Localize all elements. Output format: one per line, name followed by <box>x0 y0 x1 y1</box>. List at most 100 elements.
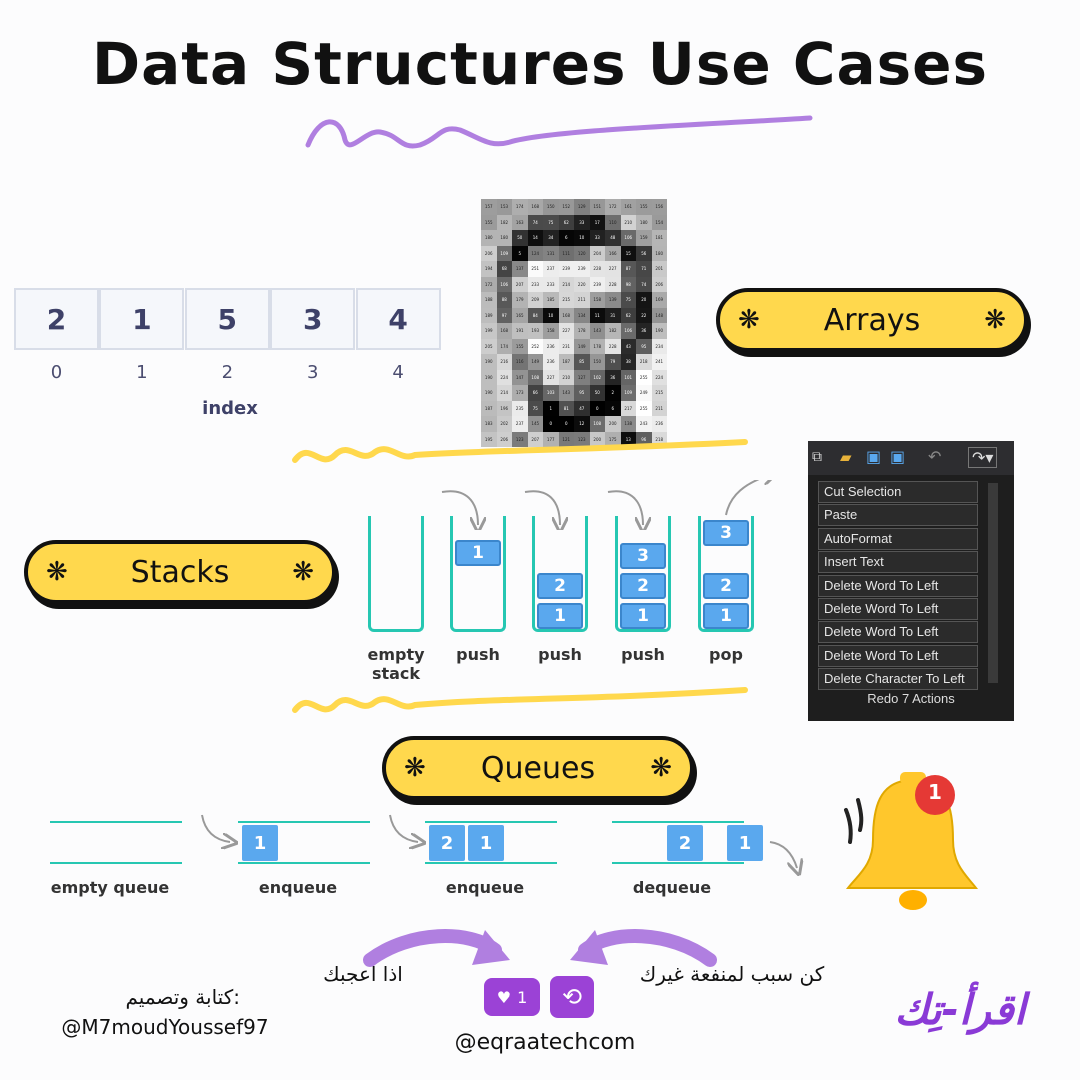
grid-cell: 191 <box>512 323 528 339</box>
grid-cell: 187 <box>558 354 574 370</box>
grid-cell: 38 <box>620 354 636 370</box>
grid-cell: 14 <box>527 230 543 246</box>
grid-cell: 188 <box>481 292 497 308</box>
grid-cell: 210 <box>558 369 574 385</box>
menu-item[interactable]: Paste <box>818 504 978 527</box>
stack-container <box>368 516 424 632</box>
grid-cell: 239 <box>574 261 590 277</box>
grid-cell: 147 <box>512 369 528 385</box>
grid-cell: 220 <box>574 276 590 292</box>
queue-step-label: dequeue <box>632 878 712 897</box>
brand-logo: اقرأ-تِك <box>894 985 1026 1034</box>
menu-item[interactable]: Cut Selection <box>818 481 978 503</box>
save-icon[interactable]: ▣ <box>866 447 881 466</box>
grid-cell: 153 <box>496 199 512 215</box>
grid-cell: 22 <box>636 307 652 323</box>
menu-item[interactable]: Delete Word To Left <box>818 621 978 644</box>
stack-step-label: empty stack <box>367 645 425 683</box>
grid-cell: 190 <box>481 369 497 385</box>
redo-icon[interactable]: ↷▾ <box>968 447 998 468</box>
like-button[interactable]: ♥ 1 <box>484 978 540 1016</box>
grid-cell: 81 <box>558 400 574 416</box>
grid-cell: 241 <box>651 354 667 370</box>
stack-block: 3 <box>620 543 666 569</box>
grid-cell: 216 <box>496 354 512 370</box>
grid-cell: 236 <box>543 338 559 354</box>
grid-cell: 189 <box>481 307 497 323</box>
grid-cell: 95 <box>574 385 590 401</box>
grid-cell: 180 <box>636 214 652 230</box>
grid-cell: 48 <box>605 230 621 246</box>
menu-item[interactable]: Delete Word To Left <box>818 574 978 597</box>
open-folder-icon[interactable]: ▰ <box>840 448 852 466</box>
undo-icon[interactable]: ↶ <box>928 447 941 466</box>
grid-cell: 166 <box>605 245 621 261</box>
save-all-icon[interactable]: ▣ <box>890 447 905 466</box>
queue-top-line <box>50 821 182 823</box>
grid-cell: 74 <box>527 214 543 230</box>
grid-cell: 75 <box>620 292 636 308</box>
grid-cell: 33 <box>589 230 605 246</box>
scrollbar[interactable] <box>988 483 998 683</box>
queue-step-label: empty queue <box>50 878 170 897</box>
menu-item[interactable]: Delete Character To Left <box>818 668 978 691</box>
arrays-pill: ❋ Arrays ❋ <box>716 288 1028 352</box>
star-icon: ❋ <box>738 305 760 335</box>
grid-cell: 174 <box>512 199 528 215</box>
stack-step-label: push <box>538 645 582 664</box>
menu-toolbar: ⧉ ▰ ▣ ▣ ↶ ↷▾ <box>808 441 1014 475</box>
array-index: 3 <box>306 362 319 383</box>
grid-cell: 106 <box>620 230 636 246</box>
grid-cell: 252 <box>527 338 543 354</box>
grid-cell: 10 <box>574 230 590 246</box>
grid-cell: 154 <box>651 214 667 230</box>
arrays-label: Arrays <box>823 302 921 338</box>
menu-item[interactable]: Delete Word To Left <box>818 598 978 620</box>
grid-cell: 236 <box>543 354 559 370</box>
grid-cell: 143 <box>558 385 574 401</box>
purple-arrows <box>363 929 717 967</box>
grid-cell: 165 <box>512 307 528 323</box>
grid-cell: 15 <box>620 245 636 261</box>
grid-cell: 5 <box>512 245 528 261</box>
grid-cell: 179 <box>512 292 528 308</box>
menu-item[interactable]: Delete Word To Left <box>818 644 978 667</box>
grid-cell: 169 <box>651 292 667 308</box>
grid-cell: 227 <box>605 261 621 277</box>
grid-cell: 168 <box>496 323 512 339</box>
grid-cell: 155 <box>636 199 652 215</box>
undo-redo-menu: ⧉ ▰ ▣ ▣ ↶ ↷▾ Cut Selection Paste AutoForma… <box>808 441 1014 721</box>
grid-cell: 228 <box>589 261 605 277</box>
yellow-squiggle <box>292 439 748 463</box>
grid-cell: 127 <box>574 369 590 385</box>
like-caption: اذا اعجبك <box>323 962 403 986</box>
menu-item[interactable]: AutoFormat <box>818 527 978 550</box>
grid-cell: 71 <box>636 261 652 277</box>
grid-cell: 66 <box>527 385 543 401</box>
stack-block: 1 <box>537 603 583 629</box>
grid-cell: 6 <box>605 400 621 416</box>
grid-cell: 237 <box>543 261 559 277</box>
stack-container <box>450 516 506 632</box>
grid-cell: 227 <box>558 323 574 339</box>
array-cell: 3 <box>270 288 356 350</box>
grid-cell: 155 <box>512 338 528 354</box>
copy-icon[interactable]: ⧉ <box>812 449 822 465</box>
grid-cell: 239 <box>558 261 574 277</box>
grid-cell: 251 <box>527 261 543 277</box>
grid-cell: 228 <box>605 338 621 354</box>
repost-button[interactable]: ⟲ <box>550 976 594 1018</box>
grid-cell: 180 <box>651 245 667 261</box>
grid-cell: 211 <box>574 292 590 308</box>
grid-cell: 151 <box>589 199 605 215</box>
stacks-label: Stacks <box>130 554 230 590</box>
grid-cell: 111 <box>558 245 574 261</box>
grid-cell: 98 <box>620 276 636 292</box>
menu-item[interactable]: Insert Text <box>818 551 978 574</box>
grid-cell: 255 <box>636 400 652 416</box>
grid-cell: 218 <box>636 354 652 370</box>
grid-cell: 87 <box>620 261 636 277</box>
grid-cell: 227 <box>543 369 559 385</box>
grid-cell: 193 <box>527 323 543 339</box>
grid-cell: 62 <box>558 214 574 230</box>
